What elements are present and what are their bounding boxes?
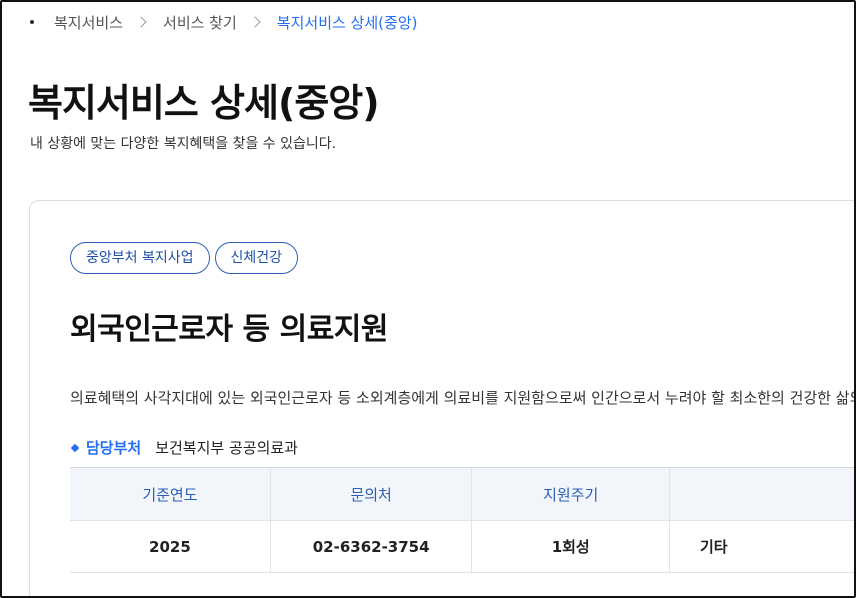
- department-info: 담당부처 보건복지부 공공의료과: [70, 437, 298, 458]
- column-header-extra: [669, 467, 854, 521]
- page-title: 복지서비스 상세(중앙): [28, 81, 380, 125]
- service-info-table: 기준연도 문의처 지원주기 2025 02-6362-3754 1회성 기타: [70, 467, 854, 573]
- service-description: 의료혜택의 사각지대에 있는 외국인근로자 등 소외계층에게 의료비를 지원함으…: [70, 389, 856, 407]
- column-header-support-cycle: 지원주기: [471, 467, 670, 521]
- chevron-right-icon: [135, 16, 147, 28]
- diamond-bullet-icon: [70, 443, 80, 452]
- page-description: 내 상황에 맞는 다양한 복지혜택을 찾을 수 있습니다.: [30, 136, 337, 152]
- tag-physical-health[interactable]: 신체건강: [214, 242, 299, 274]
- cell-contact: 02-6362-3754: [270, 520, 473, 573]
- tag-list: 중앙부처 복지사업 신체건강: [70, 242, 299, 274]
- table-header-row: 기준연도 문의처 지원주기: [70, 467, 854, 521]
- service-detail-card: 중앙부처 복지사업 신체건강 외국인근로자 등 의료지원 의료혜택의 사각지대에…: [29, 200, 856, 596]
- tag-central-ministry[interactable]: 중앙부처 복지사업: [70, 242, 210, 274]
- cell-support-cycle: 1회성: [471, 520, 670, 573]
- breadcrumb-item-welfare-service[interactable]: 복지서비스: [54, 12, 123, 33]
- table-row: 2025 02-6362-3754 1회성 기타: [70, 520, 854, 573]
- chevron-right-icon: [249, 16, 261, 28]
- cell-base-year: 2025: [70, 520, 271, 573]
- department-label: 담당부처: [86, 439, 142, 457]
- cell-extra: 기타: [669, 520, 854, 573]
- column-header-base-year: 기준연도: [70, 467, 271, 521]
- breadcrumb-item-service-search[interactable]: 서비스 찾기: [163, 12, 237, 33]
- column-header-contact: 문의처: [270, 467, 473, 521]
- breadcrumb: 복지서비스 서비스 찾기 복지서비스 상세(중앙): [30, 12, 417, 32]
- breadcrumb-item-current: 복지서비스 상세(중앙): [276, 13, 418, 32]
- page-frame: 복지서비스 서비스 찾기 복지서비스 상세(중앙) 복지서비스 상세(중앙) 내…: [0, 0, 856, 598]
- department-value: 보건복지부 공공의료과: [155, 439, 298, 457]
- service-title: 외국인근로자 등 의료지원: [70, 312, 389, 347]
- home-dot-icon[interactable]: [30, 20, 34, 24]
